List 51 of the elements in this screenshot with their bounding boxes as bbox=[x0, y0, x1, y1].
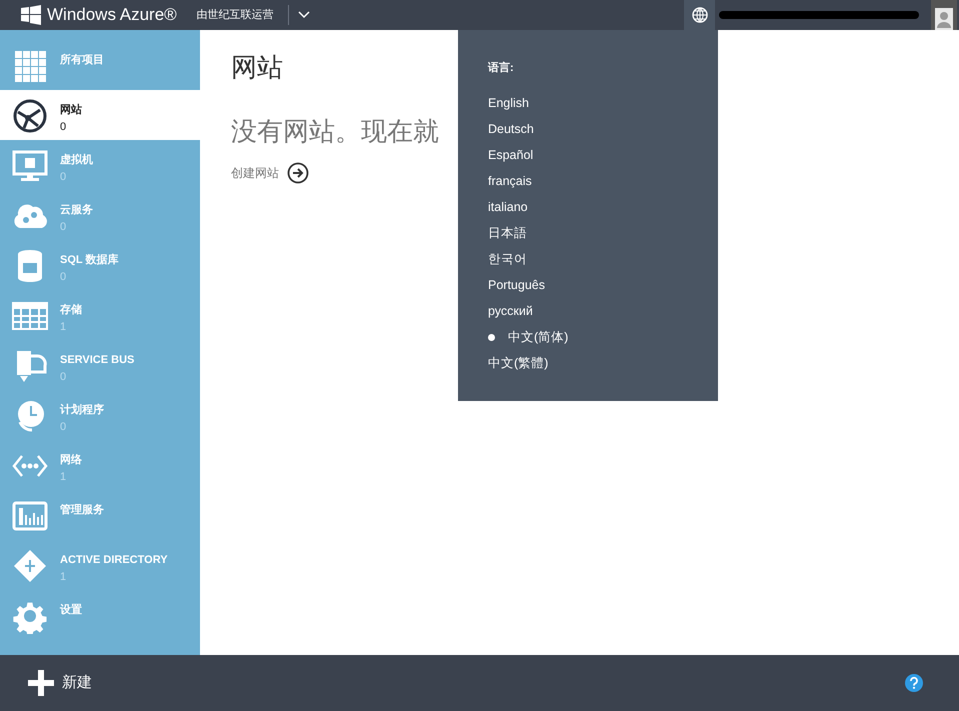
operator-label: 由世纪互联运营 bbox=[196, 8, 274, 23]
language-option[interactable]: 中文(繁體) bbox=[488, 350, 718, 376]
page-title: 网站 bbox=[231, 51, 283, 84]
item-count: 0 bbox=[60, 170, 68, 185]
question-mark-icon bbox=[909, 677, 919, 689]
language-option[interactable]: русский bbox=[488, 298, 718, 324]
item-label: SERVICE BUS bbox=[60, 353, 134, 367]
new-button[interactable]: 新建 bbox=[28, 670, 92, 696]
language-option[interactable]: Português bbox=[488, 272, 718, 298]
item-count: 0 bbox=[60, 270, 68, 285]
item-label: 存储 bbox=[60, 303, 82, 317]
language-option[interactable]: français bbox=[488, 168, 718, 194]
plus-icon bbox=[28, 670, 54, 696]
item-label: 计划程序 bbox=[60, 403, 104, 417]
item-label: 云服务 bbox=[60, 203, 93, 217]
menu-heading: 语言: bbox=[488, 60, 515, 76]
brand-name: Windows Azure® bbox=[47, 4, 177, 26]
item-count: 0 bbox=[60, 420, 68, 435]
language-option[interactable]: Deutsch bbox=[488, 116, 718, 142]
help-button[interactable] bbox=[905, 674, 923, 692]
create-website-link[interactable]: 创建网站 bbox=[231, 162, 309, 184]
empty-message: 没有网站。现在就 bbox=[231, 115, 439, 148]
monitor-icon bbox=[12, 148, 48, 184]
item-label: ACTIVE DIRECTORY bbox=[60, 553, 168, 567]
item-count: 1 bbox=[60, 320, 68, 335]
language-option[interactable]: 日本語 bbox=[488, 220, 718, 246]
sidebar-item[interactable]: 网站 0 bbox=[0, 90, 200, 140]
chevron-down-icon bbox=[298, 11, 310, 19]
language-option[interactable]: English bbox=[488, 90, 718, 116]
item-count: 1 bbox=[60, 570, 68, 585]
item-label: 虚拟机 bbox=[60, 153, 93, 167]
item-label: 管理服务 bbox=[60, 503, 104, 517]
item-label: SQL 数据库 bbox=[60, 253, 118, 267]
item-count: 0 bbox=[60, 370, 68, 385]
diamond-icon bbox=[12, 548, 48, 584]
item-count: 1 bbox=[60, 470, 68, 485]
avatar[interactable] bbox=[931, 0, 957, 30]
language-option[interactable]: 한국어 bbox=[488, 246, 718, 272]
language-option[interactable]: Español bbox=[488, 142, 718, 168]
language-option[interactable]: italiano bbox=[488, 194, 718, 220]
grid-icon bbox=[12, 48, 48, 84]
windows-logo-icon bbox=[21, 5, 41, 25]
item-label: 网络 bbox=[60, 453, 82, 467]
item-count: 0 bbox=[60, 220, 68, 235]
item-label: 所有项目 bbox=[60, 53, 104, 67]
language-button[interactable] bbox=[684, 0, 715, 30]
language-option[interactable]: 中文(简体) bbox=[488, 324, 718, 350]
item-label: 网站 bbox=[60, 103, 82, 117]
item-count: 0 bbox=[60, 120, 68, 135]
arrow-right-circle-icon bbox=[287, 162, 309, 184]
item-label: 设置 bbox=[60, 603, 82, 617]
